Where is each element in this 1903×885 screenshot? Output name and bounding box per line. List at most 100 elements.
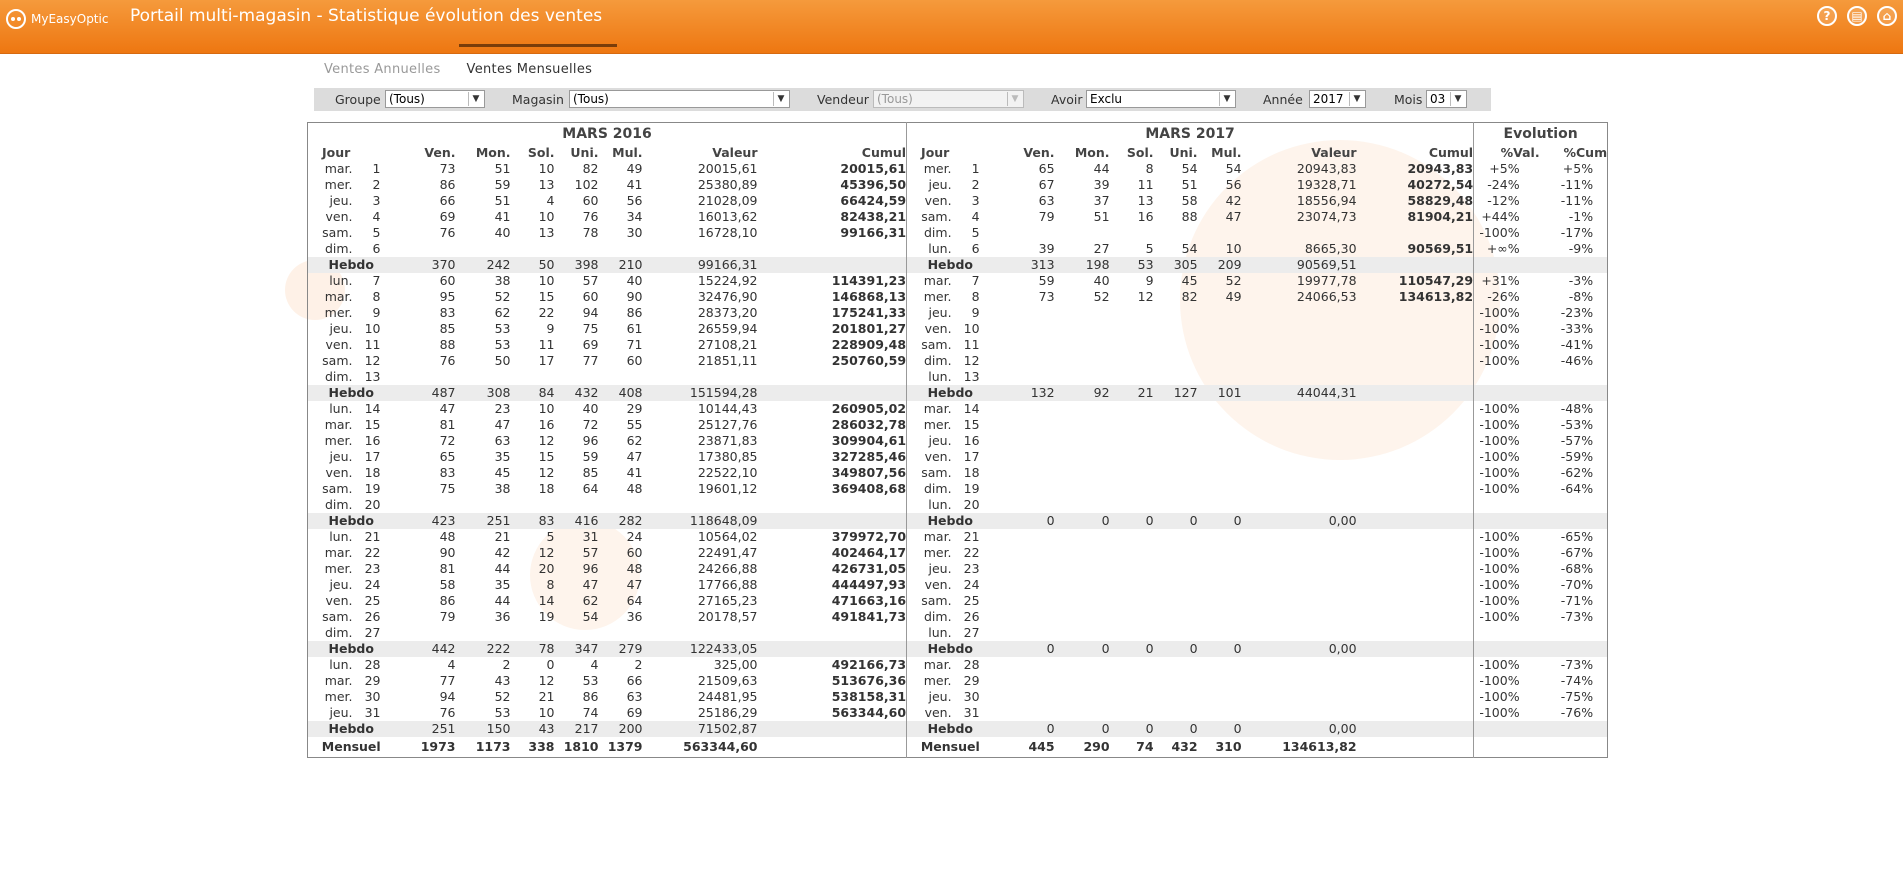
right-cell <box>1198 561 1242 577</box>
right-cell: 6 <box>971 241 980 256</box>
right-cell <box>1110 561 1154 577</box>
left-cell: 19601,12 <box>697 481 758 496</box>
left-cell: 8 <box>546 577 555 592</box>
left-total-cell: 251 <box>455 513 511 529</box>
empty-cell <box>1539 721 1608 737</box>
left-cell: 27108,21 <box>697 337 758 352</box>
right-cell <box>1242 497 1357 513</box>
vendeur-select[interactable]: (Tous) ▼ <box>873 90 1024 108</box>
left-cell: 20 <box>538 561 555 576</box>
left-cell: dim. <box>324 369 353 384</box>
evolution-val-cell: -100% <box>1473 561 1540 577</box>
left-cell: 102 <box>574 177 599 192</box>
right-cell: 110547,29 <box>1398 273 1474 288</box>
mois-select[interactable]: 03 ▼ <box>1426 90 1467 108</box>
right-cell: 51 <box>1093 209 1110 224</box>
left-total-cell: 242 <box>455 257 511 273</box>
left-cell: 21851,11 <box>697 353 758 368</box>
left-cell: 99166,31 <box>840 225 907 240</box>
right-cell: 11 <box>963 337 980 352</box>
evolution-cum-cell: +5% <box>1562 161 1594 176</box>
right-cell <box>1055 625 1110 641</box>
right-cell: 16 <box>963 433 980 448</box>
right-cell: 52 <box>1093 289 1110 304</box>
evolution-cum-cell: -11% <box>1560 177 1594 192</box>
right-cell <box>1055 673 1110 689</box>
annee-select[interactable]: 2017 ▼ <box>1309 90 1366 108</box>
right-total-cell: 313 <box>993 257 1055 273</box>
right-cell <box>1055 545 1110 561</box>
app-logo[interactable]: MyEasyOptic <box>6 8 108 30</box>
left-cell: 58 <box>439 577 456 592</box>
left-cell: 25 <box>364 593 381 608</box>
evolution-val-cell: -100% <box>1473 305 1540 321</box>
help-icon[interactable]: ? <box>1817 6 1837 26</box>
left-total-cell: 1810 <box>563 739 599 754</box>
right-cell <box>1198 369 1242 385</box>
tab-ventes-annuelles[interactable]: Ventes Annuelles <box>324 62 441 77</box>
empty-cell <box>1473 721 1540 737</box>
left-cell: 42 <box>494 545 511 560</box>
right-cell <box>1110 609 1154 625</box>
right-cell <box>1198 689 1242 705</box>
evolution-cum-cell: -23% <box>1560 305 1594 320</box>
right-cell: jeu. <box>906 433 956 449</box>
left-cell: 9 <box>372 305 381 320</box>
left-cell: 17 <box>538 353 555 368</box>
right-cell <box>1198 481 1242 497</box>
left-cell: 59 <box>494 177 511 192</box>
left-col-header: Sol. <box>527 145 555 160</box>
right-total-cell: 0,00 <box>1241 513 1357 529</box>
empty-cell <box>757 257 907 273</box>
right-cell <box>1110 353 1154 369</box>
left-cell: 13 <box>538 177 555 192</box>
groupe-select[interactable]: (Tous) ▼ <box>385 90 485 108</box>
avoir-select[interactable]: Exclu ▼ <box>1086 90 1236 108</box>
left-cell: ven. <box>325 209 353 224</box>
right-cell: 58829,48 <box>1407 193 1474 208</box>
tab-ventes-mensuelles[interactable]: Ventes Mensuelles <box>467 62 593 77</box>
left-cell: 62 <box>494 305 511 320</box>
home-icon[interactable]: ⌂ <box>1877 6 1897 26</box>
groupe-value: (Tous) <box>389 92 425 106</box>
right-cell <box>994 353 1055 369</box>
right-col-header: Mon. <box>1074 145 1110 160</box>
left-cell: 146868,13 <box>831 289 907 304</box>
left-cell: 4 <box>590 657 599 672</box>
left-cell: 74 <box>582 705 599 720</box>
table-row: mer. 23 81 44 20 96 48 24266,88 426731,05 jeu. 23 -… <box>308 561 1608 577</box>
right-cell <box>1055 433 1110 449</box>
right-cell: 51 <box>1181 177 1198 192</box>
evolution-cum-cell: -64% <box>1560 481 1594 496</box>
table-row: lun. 21 48 21 5 31 24 10564,02 379972,70 mar. 21 -1… <box>308 529 1608 545</box>
table-row: ven. 11 88 53 11 69 71 27108,21 228909,48 sam. 11 -… <box>308 337 1608 353</box>
right-cell: 59 <box>1038 273 1055 288</box>
trash-icon[interactable]: ▤ <box>1847 6 1867 26</box>
left-cell: 327285,46 <box>831 449 907 464</box>
top-bar: MyEasyOptic Portail multi-magasin - Stat… <box>0 0 1903 54</box>
left-cell: 5 <box>546 529 555 544</box>
magasin-select[interactable]: (Tous) ▼ <box>569 90 790 108</box>
right-cell <box>1242 673 1357 689</box>
left-cell: 16 <box>364 433 381 448</box>
left-cell: sam. <box>322 225 353 240</box>
hebdo-row: Hebdo 370 242 50 398 210 99166,31 Hebdo 313 198 53… <box>307 257 1608 273</box>
table-row: jeu. 17 65 35 15 59 47 17380,85 327285,46 ven. 17 -… <box>308 449 1608 465</box>
right-cell: mer. <box>906 289 956 305</box>
left-cell: sam. <box>322 609 353 624</box>
left-total-cell: 84 <box>510 385 555 401</box>
right-cell <box>1198 593 1242 609</box>
right-cell <box>1198 225 1242 241</box>
right-cell: 56 <box>1225 177 1242 192</box>
evolution-val-cell: -100% <box>1473 417 1540 433</box>
right-cell <box>1198 305 1242 321</box>
right-cell <box>1198 625 1242 641</box>
left-cell: 13 <box>364 369 381 384</box>
evolution-val-cell: -100% <box>1473 481 1540 497</box>
left-cell: 43 <box>494 673 511 688</box>
right-total-cell: 53 <box>1109 257 1154 273</box>
right-cell <box>1110 689 1154 705</box>
left-cell: 48 <box>626 481 643 496</box>
right-total-cell: 290 <box>1083 739 1110 754</box>
left-cell: 41 <box>626 465 643 480</box>
